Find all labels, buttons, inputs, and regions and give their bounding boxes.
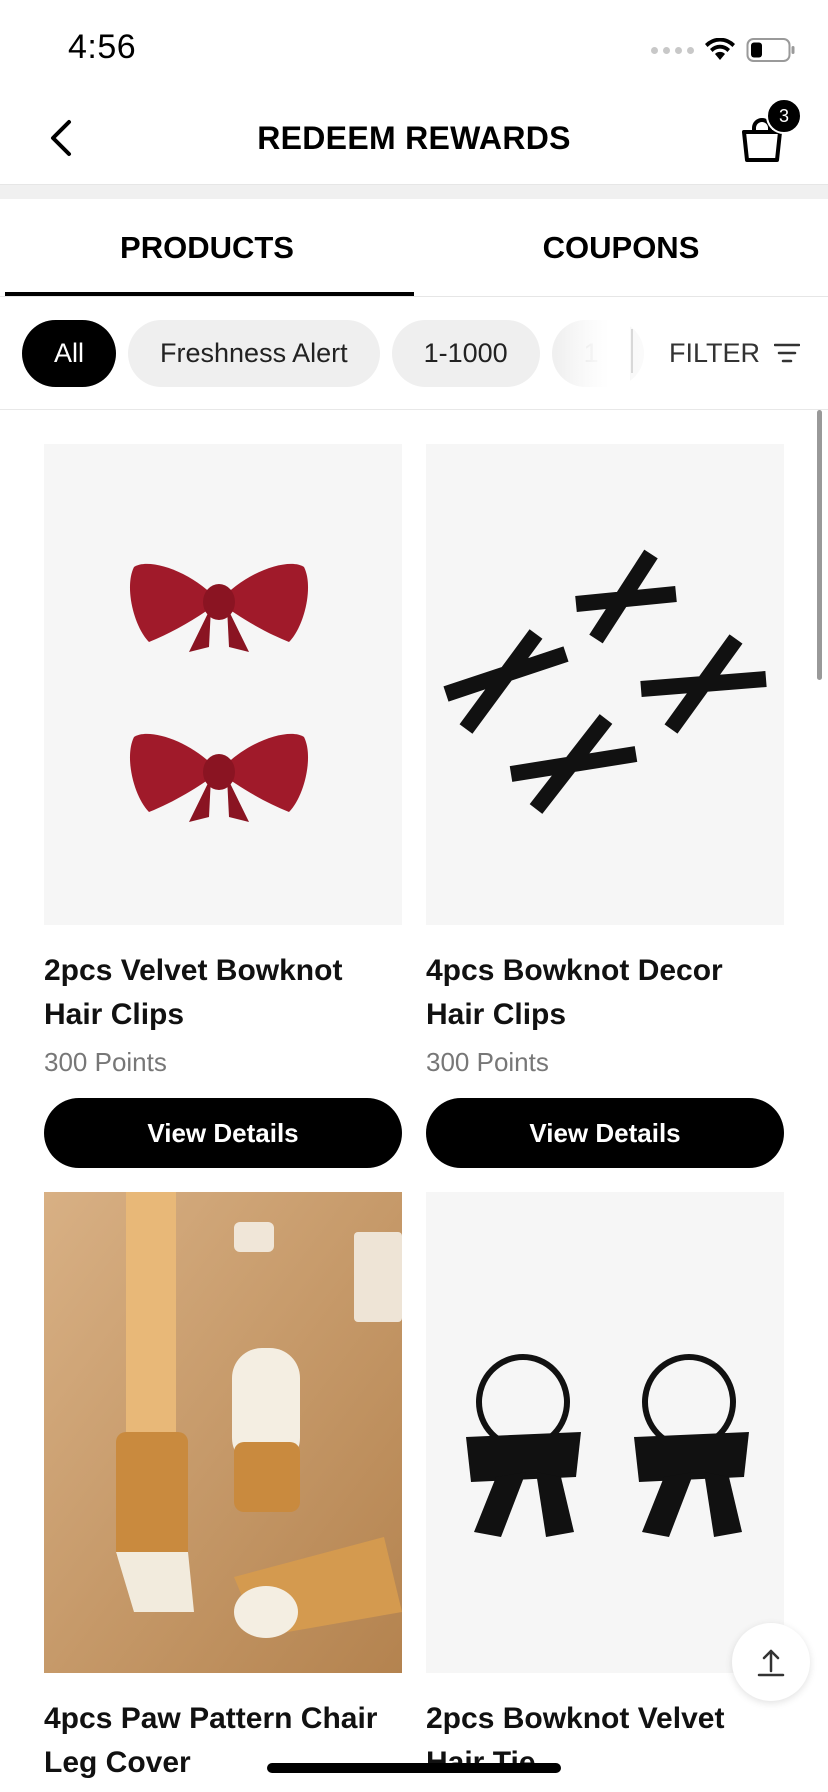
status-time: 4:56 xyxy=(68,28,137,66)
cart-count-badge: 3 xyxy=(766,98,802,134)
tab-coupons[interactable]: COUPONS xyxy=(414,199,828,296)
product-image-black-bow-hair-tie[interactable] xyxy=(426,1192,784,1673)
product-card[interactable]: 2pcs Bowknot Velvet Hair Tie xyxy=(426,1192,784,1785)
product-card[interactable]: 2pcs Velvet Bowknot Hair Clips 300 Point… xyxy=(44,444,402,1168)
product-image-paw-chair-leg-cover[interactable] xyxy=(44,1192,402,1673)
status-bar: 4:56 xyxy=(0,0,828,90)
cart-button[interactable]: 3 xyxy=(736,98,802,166)
filter-label: FILTER xyxy=(669,337,761,368)
product-image-black-bow-clips[interactable] xyxy=(426,444,784,925)
black-bow-illustration xyxy=(443,549,767,814)
product-points: 300 Points xyxy=(426,1047,549,1077)
filter-lines-icon xyxy=(774,343,801,363)
cellular-signal-icon xyxy=(651,46,694,54)
battery-icon xyxy=(746,38,795,62)
home-indicator xyxy=(267,1763,561,1773)
chip-1-1000[interactable]: 1-1000 xyxy=(391,320,540,387)
wifi-icon xyxy=(705,38,735,60)
product-title[interactable]: 2pcs Velvet Bowknot Hair Clips xyxy=(44,949,402,1037)
product-card[interactable]: 4pcs Paw Pattern Chair Leg Cover xyxy=(44,1192,402,1785)
product-card[interactable]: 4pcs Bowknot Decor Hair Clips 300 Points… xyxy=(426,444,784,1168)
chips-divider xyxy=(631,329,633,373)
bow-hair-tie-illustration xyxy=(466,1354,749,1537)
section-divider xyxy=(0,185,828,199)
arrow-up-icon xyxy=(757,1649,785,1677)
chips-fade-overlay xyxy=(560,307,630,397)
paw-chair-cover-illustration xyxy=(44,1192,402,1673)
view-details-button[interactable]: View Details xyxy=(426,1098,784,1168)
filter-chips: All Freshness Alert 1-1000 1 xyxy=(22,320,644,387)
tab-products[interactable]: PRODUCTS xyxy=(0,199,414,296)
product-points: 300 Points xyxy=(44,1047,167,1077)
page-title: REDEEM REWARDS xyxy=(257,120,571,156)
header: REDEEM REWARDS 3 xyxy=(0,90,828,185)
chip-freshness-alert[interactable]: Freshness Alert xyxy=(128,320,380,387)
chip-all[interactable]: All xyxy=(22,320,117,387)
red-bow-illustration xyxy=(129,563,309,822)
status-icons xyxy=(651,36,796,64)
view-details-button[interactable]: View Details xyxy=(44,1098,402,1168)
filter-chips-row: All Freshness Alert 1-1000 1 FILTER xyxy=(0,297,828,410)
tab-bar: PRODUCTS COUPONS xyxy=(0,199,828,297)
scrollbar[interactable] xyxy=(817,410,822,680)
product-image-red-bow-clips[interactable] xyxy=(44,444,402,925)
product-title[interactable]: 4pcs Bowknot Decor Hair Clips xyxy=(426,949,784,1037)
filter-button[interactable]: FILTER xyxy=(669,333,801,373)
back-to-top-button[interactable] xyxy=(732,1623,810,1701)
